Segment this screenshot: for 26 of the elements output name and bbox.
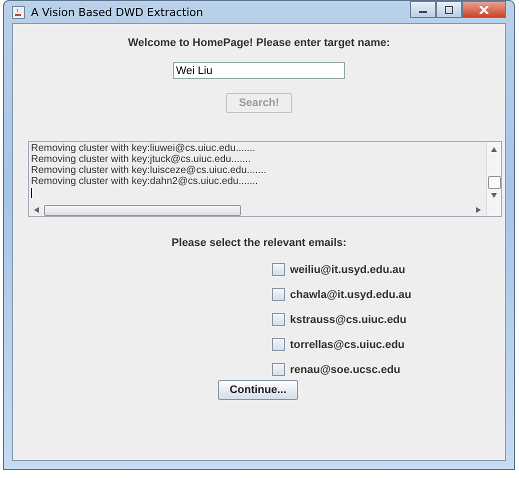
left-arrow-icon[interactable] xyxy=(34,207,39,213)
log-line: Removing cluster with key:luisceze@cs.uiuc.edu....... xyxy=(31,165,268,176)
email-checkbox[interactable]: weiliu@it.usyd.edu.au xyxy=(272,262,412,277)
email-checkbox[interactable]: renau@soe.ucsc.edu xyxy=(272,362,412,377)
email-checkbox[interactable]: torrellas@cs.uiuc.edu xyxy=(272,337,412,352)
close-icon xyxy=(479,6,489,14)
right-arrow-icon[interactable] xyxy=(476,207,481,213)
minimize-button[interactable] xyxy=(410,1,436,18)
window-title: A Vision Based DWD Extraction xyxy=(31,6,204,18)
email-checkbox[interactable]: chawla@it.usyd.edu.au xyxy=(272,287,412,302)
select-label: Please select the relevant emails: xyxy=(172,237,346,249)
maximize-icon xyxy=(444,6,454,14)
email-checkbox[interactable]: kstrauss@cs.uiuc.edu xyxy=(272,312,412,327)
down-arrow-icon[interactable] xyxy=(491,193,497,198)
log-line: Removing cluster with key:jtuck@cs.uiuc.edu....... xyxy=(31,154,252,165)
log-line: Removing cluster with key:liuwei@cs.uiuc.edu....... xyxy=(31,143,256,154)
log-line: Removing cluster with key:dahn2@cs.uiuc.edu....... xyxy=(31,176,259,187)
close-button[interactable] xyxy=(462,1,506,18)
scrollbar-thumb[interactable] xyxy=(488,176,500,189)
continue-button[interactable]: Continue... xyxy=(218,380,298,400)
vertical-scrollbar[interactable] xyxy=(486,142,501,216)
maximize-button[interactable] xyxy=(436,1,462,18)
up-arrow-icon[interactable] xyxy=(491,147,497,152)
prompt-text: Welcome to HomePage! Please enter target name: xyxy=(128,37,390,49)
scrollbar-thumb[interactable] xyxy=(44,204,241,216)
name-field[interactable]: Wei Liu xyxy=(173,62,345,79)
